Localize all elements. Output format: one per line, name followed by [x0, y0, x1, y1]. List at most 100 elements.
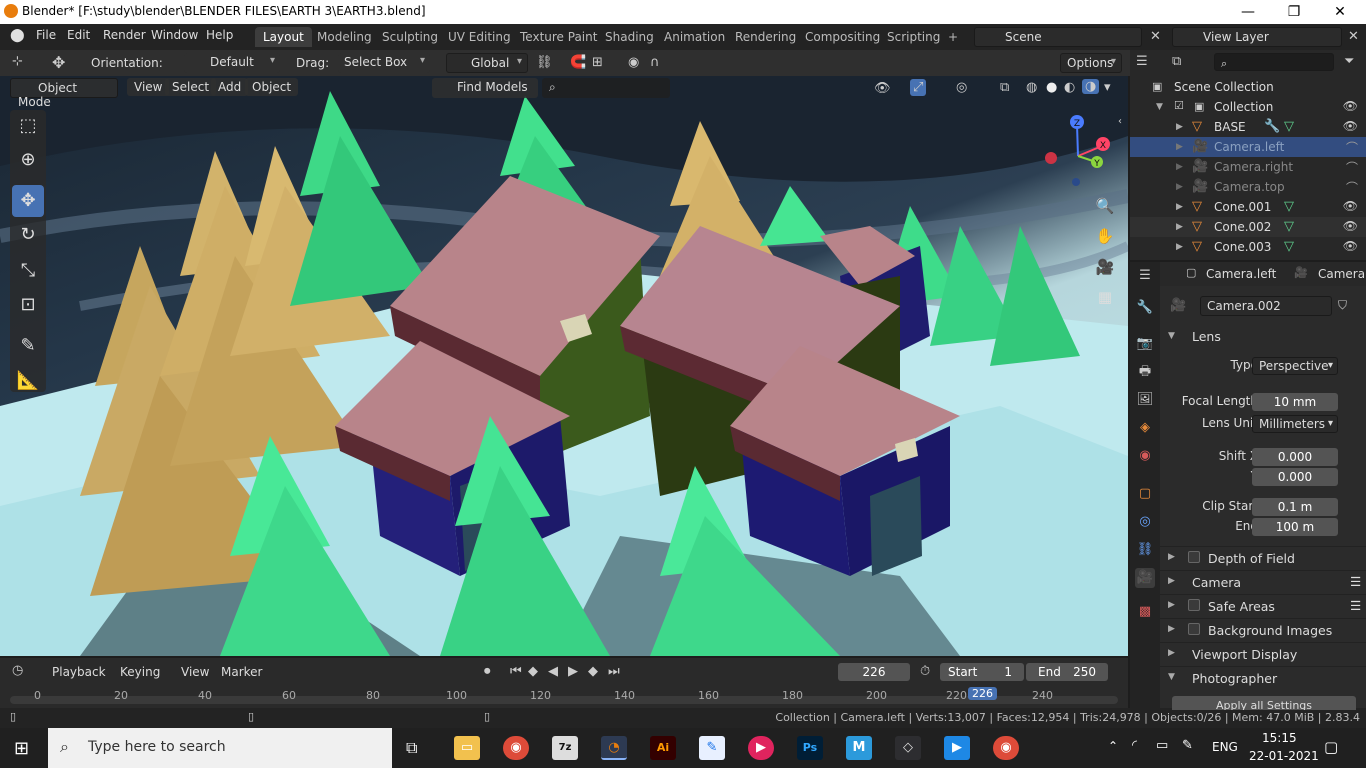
expand-arrow-icon[interactable]: ▼: [1156, 102, 1163, 112]
current-frame-field[interactable]: 226: [838, 663, 910, 681]
tab-scripting[interactable]: Scripting: [879, 27, 948, 47]
depth-of-field-panel[interactable]: ▶ Depth of Field: [1160, 546, 1366, 568]
rotate-tool-icon[interactable]: ↻: [12, 219, 44, 251]
clip-end-field[interactable]: 100 m: [1252, 518, 1338, 536]
clock-date[interactable]: 22-01-2021: [1249, 749, 1319, 763]
play-icon[interactable]: ▶: [568, 664, 578, 679]
timeline-view-menu[interactable]: View: [181, 665, 209, 679]
maximize-button[interactable]: ❐: [1284, 2, 1304, 22]
tool-options-icon[interactable]: ⊹: [12, 54, 23, 69]
jump-end-icon[interactable]: ⏭: [608, 664, 620, 679]
camera-panel[interactable]: ▶ Camera ☰: [1160, 570, 1366, 592]
menu-window[interactable]: Window: [151, 28, 198, 42]
fake-user-shield-icon[interactable]: ⛉: [1338, 298, 1347, 313]
close-button[interactable]: ✕: [1330, 2, 1350, 22]
unity-icon[interactable]: ◇: [895, 736, 921, 760]
transform-orientation-dropdown[interactable]: Global ▾: [446, 53, 528, 73]
start-frame-field[interactable]: Start 1: [940, 663, 1024, 681]
lens-panel-header[interactable]: ▼ Lens: [1160, 326, 1366, 348]
outliner-collection[interactable]: ▼ ☑ ▣ Collection 👁: [1130, 97, 1366, 117]
viewport-display-panel[interactable]: ▶ Viewport Display: [1160, 642, 1366, 664]
shift-y-field[interactable]: 0.000: [1252, 468, 1338, 486]
solid-shading-icon[interactable]: ●: [1046, 80, 1057, 95]
notifications-icon[interactable]: ▢: [1324, 738, 1338, 756]
camera-data-tab-icon[interactable]: 🎥: [1135, 568, 1155, 588]
blender-menu-icon[interactable]: ⬤: [10, 28, 25, 43]
find-models-search[interactable]: ⌕: [542, 78, 670, 98]
chevron-up-icon[interactable]: ⌃: [1108, 739, 1118, 753]
task-view-icon[interactable]: ⧉: [406, 738, 417, 758]
tab-texture-paint[interactable]: Texture Paint: [512, 27, 605, 47]
outliner-item[interactable]: ▶ ▽ BASE 🔧 ▽ 👁: [1130, 117, 1366, 137]
shift-x-field[interactable]: 0.000: [1252, 448, 1338, 466]
eye-closed-icon[interactable]: ⌒: [1346, 179, 1358, 196]
chevron-down-icon[interactable]: ▾: [1104, 80, 1111, 95]
eye-closed-icon[interactable]: ⌒: [1346, 139, 1358, 156]
proportional-edit-icon[interactable]: ◉: [628, 55, 639, 70]
tab-sculpting[interactable]: Sculpting: [374, 27, 446, 47]
perspective-grid-icon[interactable]: ▦: [1092, 284, 1118, 310]
render-tab-icon[interactable]: 📷: [1135, 334, 1155, 354]
taskbar-search[interactable]: ⌕ Type here to search: [48, 728, 392, 768]
scale-tool-icon[interactable]: ⤡: [12, 255, 44, 287]
output-tab-icon[interactable]: 🖶: [1135, 362, 1155, 382]
pan-hand-icon[interactable]: ✋: [1092, 223, 1118, 249]
tab-animation[interactable]: Animation: [656, 27, 733, 47]
outliner-item[interactable]: ▶ ▽ Cone.001 ▽ 👁: [1130, 197, 1366, 217]
close-view-layer-icon[interactable]: ✕: [1348, 29, 1359, 44]
close-scene-icon[interactable]: ✕: [1150, 29, 1161, 44]
physics-tab-icon[interactable]: ◎: [1135, 512, 1155, 532]
outliner-search[interactable]: ⌕: [1214, 53, 1334, 71]
next-keyframe-icon[interactable]: ◆: [588, 664, 598, 679]
checkbox-icon[interactable]: [1188, 551, 1200, 563]
add-menu[interactable]: Add: [211, 78, 249, 96]
tab-uv-editing[interactable]: UV Editing: [440, 27, 519, 47]
rendered-shading-icon[interactable]: ◑: [1082, 79, 1100, 94]
wifi-icon[interactable]: ◜: [1132, 738, 1137, 753]
wireframe-shading-icon[interactable]: ◍: [1026, 80, 1037, 95]
eye-icon[interactable]: 👁: [1343, 219, 1358, 233]
stopwatch-icon[interactable]: ⏱: [920, 664, 930, 679]
view-layer-selector[interactable]: View Layer: [1172, 27, 1342, 47]
visibility-icon[interactable]: 👁: [874, 81, 891, 96]
tab-compositing[interactable]: Compositing: [797, 27, 888, 47]
jump-start-icon[interactable]: ⏮: [510, 664, 522, 679]
zoom-icon[interactable]: 🔍: [1092, 193, 1118, 219]
eye-icon[interactable]: 👁: [1343, 119, 1358, 133]
list-menu-icon[interactable]: ☰: [1350, 598, 1361, 613]
keying-menu[interactable]: Keying: [120, 665, 160, 679]
language-indicator[interactable]: ENG: [1212, 740, 1238, 754]
view-menu[interactable]: View: [127, 78, 170, 96]
editor-type-icon[interactable]: ◷: [12, 663, 23, 678]
outliner-editor-icon[interactable]: ☰: [1136, 54, 1148, 69]
overlays-icon[interactable]: ◎: [956, 80, 967, 95]
playhead[interactable]: 226: [968, 687, 997, 700]
photoshop-icon[interactable]: Ps: [797, 736, 823, 760]
background-images-panel[interactable]: ▶ Background Images: [1160, 618, 1366, 640]
photographer-panel[interactable]: ▼ Photographer: [1160, 666, 1366, 688]
file-explorer-icon[interactable]: ▭: [454, 736, 480, 760]
select-box-tool-icon[interactable]: ⬚: [12, 110, 44, 142]
transform-tool-icon[interactable]: ⊡: [12, 289, 44, 321]
expand-arrow-icon[interactable]: ▶: [1176, 202, 1183, 212]
orientation-dropdown[interactable]: Default ▾: [184, 53, 280, 73]
camera-view-icon[interactable]: 🎥: [1092, 254, 1118, 280]
blender-icon[interactable]: ◔: [601, 736, 627, 760]
tab-layout[interactable]: Layout: [255, 27, 312, 47]
view-layer-tab-icon[interactable]: 🖼: [1135, 390, 1155, 410]
battery-icon[interactable]: ▭: [1156, 738, 1168, 753]
outliner-item[interactable]: ▶ 🎥 Camera.left ⌒: [1130, 137, 1366, 157]
tab-shading[interactable]: Shading: [597, 27, 662, 47]
expand-arrow-icon[interactable]: ▶: [1176, 122, 1183, 132]
clock-time[interactable]: 15:15: [1262, 731, 1297, 745]
expand-arrow-icon[interactable]: ▶: [1176, 242, 1183, 252]
checkbox-icon[interactable]: ☑: [1174, 99, 1184, 112]
eye-closed-icon[interactable]: ⌒: [1346, 159, 1358, 176]
expand-arrow-icon[interactable]: ▶: [1176, 142, 1183, 152]
lens-unit-dropdown[interactable]: Millimeters ▾: [1252, 415, 1338, 433]
checkbox-icon[interactable]: [1188, 623, 1200, 635]
outliner-scene-collection[interactable]: ▣ Scene Collection: [1130, 77, 1366, 97]
sidebar-toggle-icon[interactable]: ‹: [1118, 116, 1122, 127]
drag-dropdown[interactable]: Select Box ▾: [338, 53, 430, 73]
safe-areas-panel[interactable]: ▶ Safe Areas ☰: [1160, 594, 1366, 616]
